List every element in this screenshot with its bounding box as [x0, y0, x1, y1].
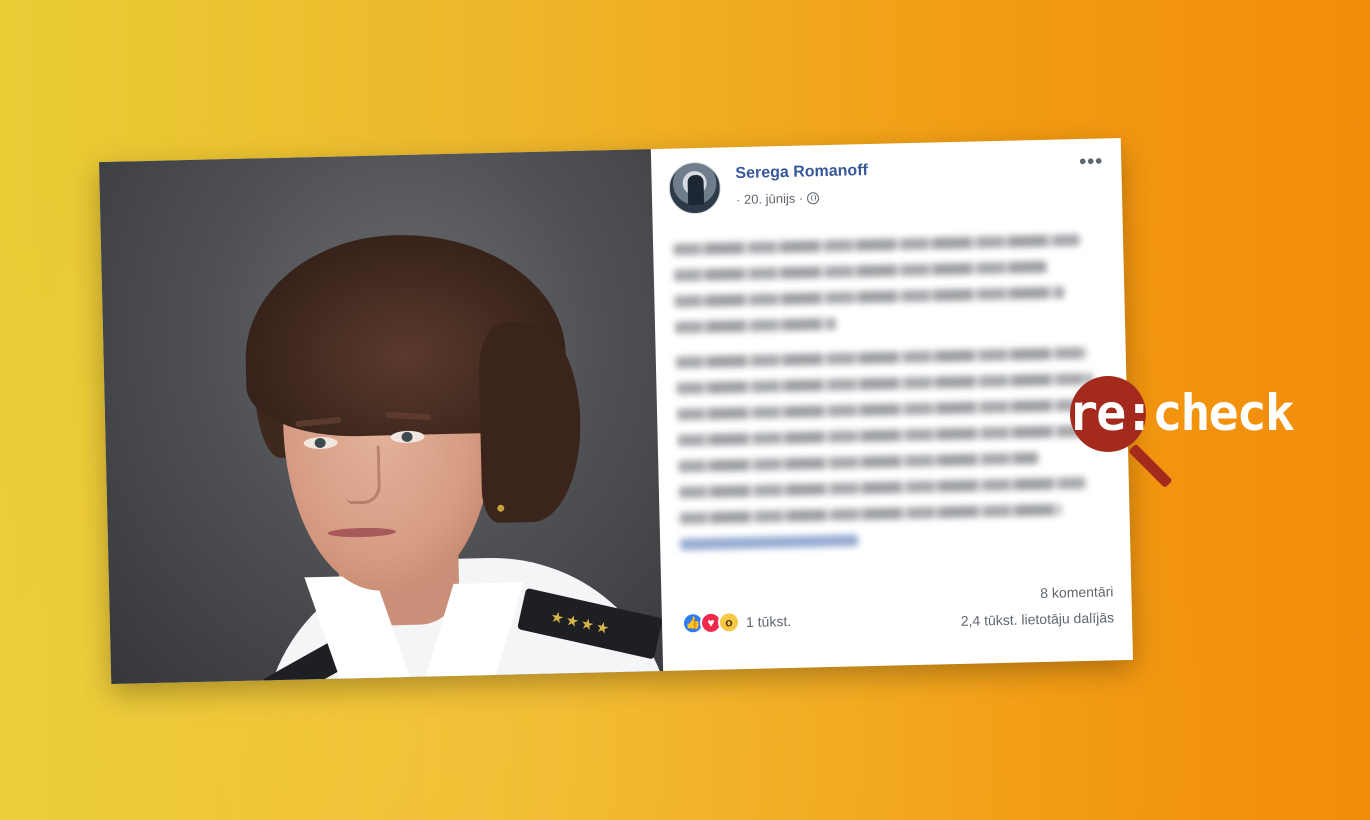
comments-count-link[interactable]: 8 komentāri: [960, 578, 1114, 608]
reactions-summary[interactable]: 👍 ♥ o 1 tūkst.: [681, 610, 792, 635]
post-date[interactable]: · 20. jūnijs ·: [736, 191, 804, 208]
nose: [345, 445, 382, 505]
logo-text: re:check: [1068, 384, 1295, 442]
more-dots-icon[interactable]: •••: [1079, 150, 1104, 174]
author-avatar[interactable]: [668, 161, 722, 215]
globe-icon[interactable]: [807, 191, 820, 204]
engagement-counts: 8 komentāri 2,4 tūkst. lietotāju dalījās: [960, 578, 1115, 634]
post-photo[interactable]: ★★★★: [98, 149, 664, 684]
post-text-blurred-paragraph-1: [673, 234, 1099, 348]
author-name-link[interactable]: Serega Romanoff: [735, 162, 868, 183]
shares-count-link[interactable]: 2,4 tūkst. lietotāju dalījās: [960, 604, 1115, 634]
recheck-logo: re:check: [1058, 372, 1368, 492]
post-meta: · 20. jūnijs ·: [736, 190, 820, 207]
reactions-count: 1 tūkst.: [745, 612, 792, 630]
magnifier-handle-icon: [1128, 443, 1173, 489]
avatar-figure: [687, 174, 705, 206]
wow-icon: o: [717, 611, 741, 634]
hair-side: [477, 320, 583, 524]
post-stats: 👍 ♥ o 1 tūkst. 8 komentāri 2,4 tūkst. li…: [681, 583, 1114, 640]
facebook-post-card: ★★★★ Serega Romanoff · 20. jūnijs · •••: [98, 138, 1134, 684]
post-text-blurred-paragraph-2: [675, 346, 1105, 565]
